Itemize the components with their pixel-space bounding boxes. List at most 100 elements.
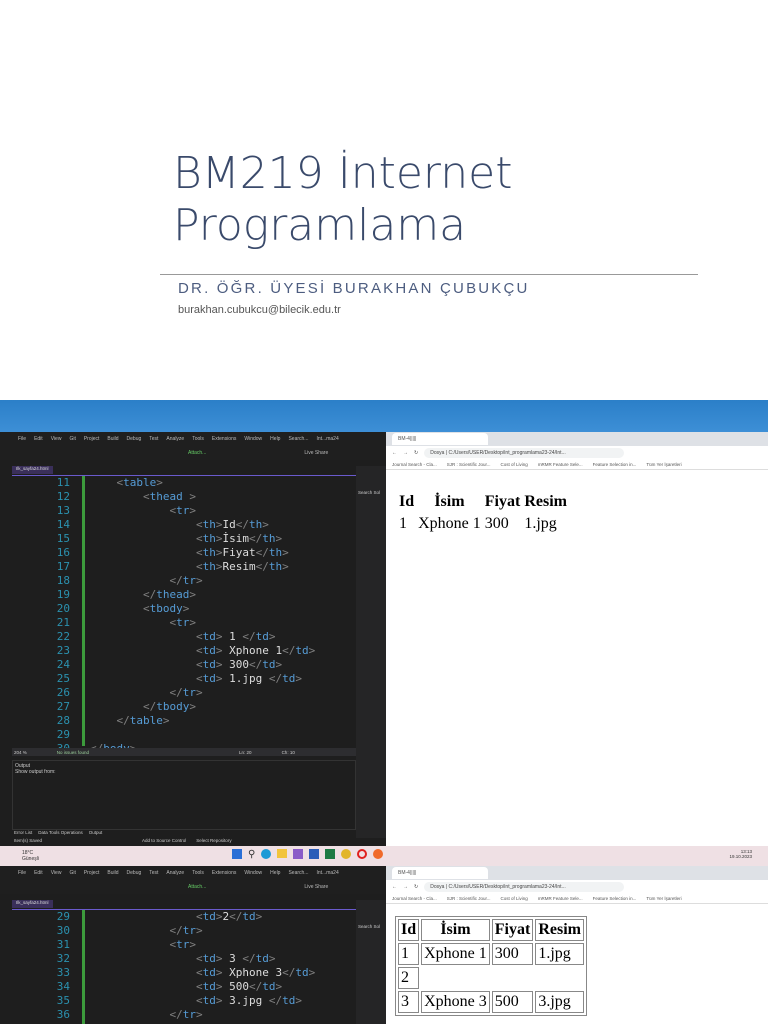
zoom-level[interactable]: 204 % — [14, 750, 27, 755]
table-header: İsim — [434, 493, 465, 510]
line-number: 14 — [56, 518, 70, 531]
menu-item[interactable]: Test — [149, 870, 158, 876]
divider — [160, 274, 698, 275]
menu-item[interactable]: Tools — [192, 870, 204, 876]
word-icon[interactable] — [309, 849, 320, 859]
search-solution[interactable]: Search Sol — [356, 488, 386, 497]
bottom-tab[interactable]: Data Tools Operations — [38, 830, 82, 835]
menu-item[interactable]: Extensions — [212, 870, 236, 876]
solution-explorer-2: Search Sol — [356, 900, 386, 1024]
menu-item[interactable]: Window — [244, 870, 262, 876]
bookmark[interactable]: Tüm Yer İşaretleri — [646, 896, 681, 901]
search-icon[interactable]: ⚲ — [248, 849, 255, 860]
menu-item[interactable]: Edit — [34, 870, 43, 876]
search-box[interactable]: Search... — [288, 870, 308, 876]
excel-icon[interactable] — [325, 849, 336, 859]
forward-icon[interactable]: → — [403, 450, 408, 456]
menu-bar-2: File Edit View Git Project Build Debug Test Anal… — [0, 866, 386, 880]
code-line: 36 </tr> — [12, 1008, 356, 1022]
menu-item[interactable]: Extensions — [212, 436, 236, 442]
live-share-button[interactable]: Live Share — [304, 450, 328, 456]
browser-tab[interactable]: BM-4||||| — [392, 433, 488, 445]
menu-item[interactable]: Edit — [34, 436, 43, 442]
line-number: 27 — [56, 700, 70, 713]
bookmark[interactable]: mRMR Feature Sele... — [538, 896, 583, 901]
menu-item[interactable]: File — [18, 870, 26, 876]
live-share-button[interactable]: Live Share — [304, 884, 328, 890]
bookmark[interactable]: Feature Selection in... — [593, 462, 637, 467]
visual-studio-icon[interactable] — [293, 849, 304, 859]
menu-item[interactable]: Project — [84, 436, 100, 442]
browser-tab[interactable]: BM-4||||| — [392, 867, 488, 879]
attach-button[interactable]: Attach... — [188, 450, 206, 456]
line-number: 35 — [56, 994, 70, 1007]
address-bar[interactable]: Dosya | C:/Users/USER/Desktop/int_progra… — [424, 882, 625, 892]
taskbar-apps: ⚲ — [232, 849, 384, 860]
bookmark[interactable]: Journal Search - Cla... — [392, 462, 437, 467]
bookmark[interactable]: Tüm Yer İşaretleri — [646, 462, 681, 467]
reload-icon[interactable]: ↻ — [414, 450, 418, 456]
menu-item[interactable]: Build — [107, 436, 118, 442]
file-tab[interactable]: Ilk_sayfa24.html — [12, 900, 53, 908]
select-repository[interactable]: Select Repository — [196, 838, 231, 846]
file-tab[interactable]: Ilk_sayfa24.html — [12, 466, 53, 474]
bookmark[interactable]: mRMR Feature Sele... — [538, 462, 583, 467]
menu-item[interactable]: Help — [270, 870, 280, 876]
code-line: 28 </table> — [12, 714, 356, 728]
folder-icon[interactable] — [277, 849, 288, 858]
menu-item[interactable]: Git — [69, 870, 75, 876]
menu-item[interactable]: Analyze — [166, 870, 184, 876]
address-bar[interactable]: Dosya | C:/Users/USER/Desktop/int_progra… — [424, 448, 625, 458]
code-editor[interactable]: 11 <table> 12 <thead >13 <tr> 14 <th>Id</t… — [12, 475, 356, 755]
title-line-2: Programlama — [173, 200, 467, 251]
bookmark[interactable]: Feature Selection in... — [593, 896, 637, 901]
edge-icon[interactable] — [261, 849, 272, 859]
reload-icon[interactable]: ↻ — [414, 884, 418, 890]
table-cell: 300 — [484, 515, 509, 532]
menu-item[interactable]: View — [51, 870, 62, 876]
chrome-icon[interactable] — [341, 849, 352, 859]
back-icon[interactable]: ← — [392, 884, 397, 890]
menu-item[interactable]: Tools — [192, 436, 204, 442]
menu-item[interactable]: Project — [84, 870, 100, 876]
table-cell: 1.jpg — [535, 943, 584, 965]
line-number: 29 — [56, 910, 70, 923]
bookmark[interactable]: Journal Search - Cla... — [392, 896, 437, 901]
bottom-tab[interactable]: Output — [89, 830, 103, 835]
menu-item[interactable]: Window — [244, 436, 262, 442]
menu-item[interactable]: Help — [270, 436, 280, 442]
line-number: 20 — [56, 602, 70, 615]
menu-item[interactable]: Debug — [127, 436, 142, 442]
bookmark[interactable]: SJR : Scientific Jour... — [447, 462, 491, 467]
back-icon[interactable]: ← — [392, 450, 397, 456]
menu-item[interactable]: Build — [107, 870, 118, 876]
search-solution[interactable]: Search Sol — [356, 922, 386, 931]
menu-item[interactable]: File — [18, 436, 26, 442]
show-output-from: Show output from: — [15, 769, 56, 775]
menu-item[interactable]: Git — [69, 436, 75, 442]
menu-item[interactable]: View — [51, 436, 62, 442]
menu-item[interactable]: Test — [149, 436, 158, 442]
line-number: 31 — [56, 938, 70, 951]
code-line: 25 <td> 1.jpg </td> — [12, 672, 356, 686]
opera-icon[interactable] — [357, 849, 368, 859]
line-number: 16 — [56, 546, 70, 559]
table-cell: 3.jpg — [535, 991, 584, 1013]
firefox-icon[interactable] — [373, 849, 384, 859]
menu-item[interactable]: Debug — [127, 870, 142, 876]
attach-button[interactable]: Attach... — [188, 884, 206, 890]
bookmark[interactable]: Cost of Living — [501, 462, 528, 467]
code-editor-2[interactable]: 29 <td>2</td> 30 </tr> 31 <tr> 32 <td> 3 </… — [12, 909, 356, 1024]
solution-name: Int...ma24 — [316, 870, 339, 876]
code-line: 20 <tbody> — [12, 602, 356, 616]
bottom-tab[interactable]: Error List — [14, 830, 32, 835]
forward-icon[interactable]: → — [403, 884, 408, 890]
bookmark[interactable]: Cost of Living — [501, 896, 528, 901]
start-icon[interactable] — [232, 849, 242, 859]
code-text: <tbody> — [142, 602, 190, 615]
search-box[interactable]: Search... — [288, 436, 308, 442]
col-position: Ch: 10 — [281, 749, 295, 755]
add-to-source-control[interactable]: Add to Source Control — [142, 838, 186, 846]
bookmark[interactable]: SJR : Scientific Jour... — [447, 896, 491, 901]
menu-item[interactable]: Analyze — [166, 436, 184, 442]
